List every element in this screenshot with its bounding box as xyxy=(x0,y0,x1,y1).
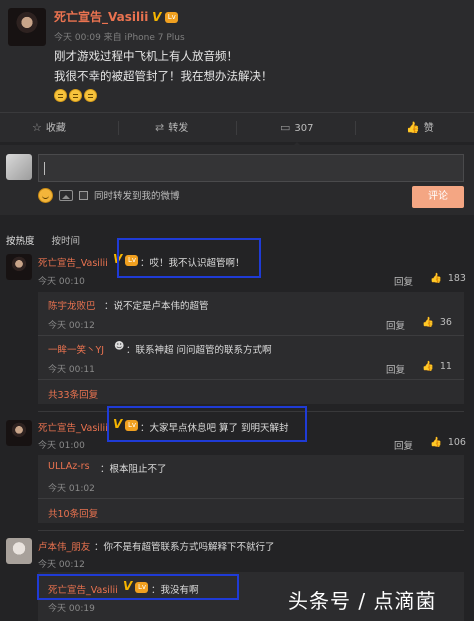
emoji-icon xyxy=(54,89,67,102)
reply-time: 今天 01:02 xyxy=(48,484,95,494)
comment-button[interactable]: ▭ 307 xyxy=(280,113,314,143)
reply-button[interactable]: 回复 xyxy=(394,438,413,452)
emoji-picker-icon[interactable] xyxy=(38,187,53,203)
image-icon[interactable] xyxy=(59,189,73,201)
divider xyxy=(236,121,237,135)
sort-tabs: 按热度 按时间 xyxy=(6,233,94,247)
commenter-name[interactable]: 卢本伟_朋友 xyxy=(38,539,90,553)
tab-sort-time[interactable]: 按时间 xyxy=(52,236,81,247)
more-replies-link[interactable]: 共10条回复 xyxy=(48,506,98,520)
reply-author[interactable]: 一眸一笑丶YJ xyxy=(48,342,104,356)
repost-also-label: 同时转发到我的微博 xyxy=(94,191,180,202)
composer-toolbar: 同时转发到我的微博 xyxy=(38,187,180,203)
comment-text: ：你不是有超管联系方式吗解释下不就行了 xyxy=(94,542,275,553)
thumbs-up-icon: 👍 xyxy=(422,361,434,372)
reply-like-count: 11 xyxy=(439,361,452,372)
emoji-row xyxy=(54,89,99,105)
text-cursor xyxy=(44,162,45,175)
star-icon: ☆ xyxy=(32,121,42,134)
highlight-box xyxy=(37,574,239,600)
reply-time: 今天 00:12 xyxy=(48,321,95,331)
repost-label: 转发 xyxy=(168,123,189,134)
favorite-button[interactable]: ☆ 收藏 xyxy=(32,113,66,143)
divider xyxy=(38,498,464,499)
divider xyxy=(38,335,464,336)
thumbs-up-icon: 👍 xyxy=(422,317,434,328)
emoji-icon xyxy=(69,89,82,102)
commenter-name[interactable]: 死亡宣告_Vasilii xyxy=(38,420,108,434)
reply-time: 今天 00:19 xyxy=(48,604,95,614)
comment-icon: ▭ xyxy=(280,121,291,134)
like-label: 赞 xyxy=(423,123,434,134)
repost-button[interactable]: ⇄ 转发 xyxy=(155,113,188,143)
reply-thread: 陈宇龙败巴 ：说不定是卢本伟的超管 今天 00:12 回复 👍 36 一眸一笑丶Y… xyxy=(38,292,464,404)
comment-input[interactable] xyxy=(38,154,464,182)
author-name-row: 死亡宣告_Vasilii V Lv xyxy=(54,8,179,25)
like-button[interactable]: 👍 赞 xyxy=(406,113,434,143)
reply-text: ：根本阻止不了 xyxy=(100,464,167,475)
favorite-label: 收藏 xyxy=(45,123,66,134)
reply-like-count: 36 xyxy=(439,317,452,328)
reply-text: ：联系神超 问问超管的联系方式啊 xyxy=(126,345,272,356)
divider xyxy=(355,121,356,135)
repost-icon: ⇄ xyxy=(155,121,165,134)
highlight-box xyxy=(107,406,307,442)
comment-like-count: 183 xyxy=(447,273,466,284)
level-badge: Lv xyxy=(165,12,179,23)
comment-like-button[interactable]: 👍 106 xyxy=(430,437,466,448)
author-avatar[interactable] xyxy=(8,8,46,46)
reply-author[interactable]: ULLAz-rs xyxy=(48,461,90,472)
commenter-name[interactable]: 死亡宣告_Vasilii xyxy=(38,255,108,269)
author-name[interactable]: 死亡宣告_Vasilii xyxy=(54,10,148,24)
comment-time: 今天 00:10 xyxy=(38,277,85,287)
reply-button[interactable]: 回复 xyxy=(386,318,405,332)
submit-comment-button[interactable]: 评论 xyxy=(412,186,464,208)
comment-like-button[interactable]: 👍 183 xyxy=(430,273,466,284)
commenter-avatar[interactable] xyxy=(6,538,32,564)
weibo-post: 死亡宣告_Vasilii V Lv 今天 00:09 来自 iPhone 7 P… xyxy=(0,0,474,112)
my-avatar xyxy=(6,154,32,180)
comment-time: 今天 01:00 xyxy=(38,441,85,451)
reply-button[interactable]: 回复 xyxy=(386,362,405,376)
post-meta: 今天 00:09 来自 iPhone 7 Plus xyxy=(54,33,185,43)
tab-sort-hot[interactable]: 按热度 xyxy=(6,236,35,247)
skull-icon: ☻ xyxy=(114,341,125,352)
comment-count: 307 xyxy=(294,123,314,134)
comment-like-count: 106 xyxy=(447,437,466,448)
reply-like-button[interactable]: 👍 36 xyxy=(422,317,452,328)
comment-composer: 同时转发到我的微博 评论 xyxy=(0,145,474,215)
commenter-avatar[interactable] xyxy=(6,254,32,280)
watermark: 头条号 / 点滴菌 xyxy=(288,589,437,613)
reply-author[interactable]: 陈宇龙败巴 xyxy=(48,298,96,312)
reply-like-button[interactable]: 👍 11 xyxy=(422,361,452,372)
emoji-icon xyxy=(84,89,97,102)
reply-text: ：说不定是卢本伟的超管 xyxy=(104,301,209,312)
reply-thread: ULLAz-rs ：根本阻止不了 今天 01:02 共10条回复 xyxy=(38,455,464,523)
action-bar: ☆ 收藏 ⇄ 转发 ▭ 307 👍 赞 xyxy=(0,112,474,142)
reply-button[interactable]: 回复 xyxy=(394,274,413,288)
reply-time: 今天 00:11 xyxy=(48,365,95,375)
highlight-box xyxy=(117,238,261,278)
divider xyxy=(118,121,119,135)
thumbs-up-icon: 👍 xyxy=(430,273,442,284)
thumbs-up-icon: 👍 xyxy=(430,437,442,448)
repost-also-checkbox[interactable] xyxy=(79,190,88,200)
comment-time: 今天 00:12 xyxy=(38,560,85,570)
more-replies-link[interactable]: 共33条回复 xyxy=(48,387,98,401)
divider xyxy=(38,379,464,380)
thumbs-up-icon: 👍 xyxy=(406,121,420,134)
post-line-1: 刚才游戏过程中飞机上有人放音频！ xyxy=(54,49,238,63)
verified-badge: V xyxy=(152,10,162,24)
post-line-2: 我很不幸的被超管封了！我在想办法解决！ xyxy=(54,69,273,83)
divider xyxy=(38,530,464,531)
commenter-avatar[interactable] xyxy=(6,420,32,446)
